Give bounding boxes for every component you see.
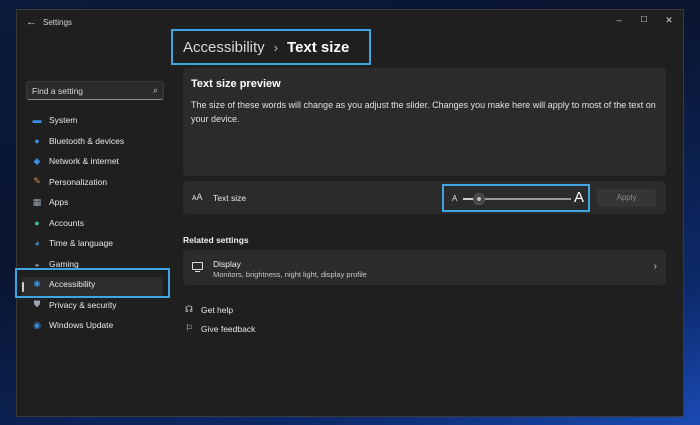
minimize-button[interactable]: – (609, 13, 629, 27)
search-placeholder: Find a setting (32, 86, 84, 96)
help-icon: ☊ (185, 304, 193, 314)
display-settings-link[interactable]: Display Monitors, brightness, night ligh… (183, 250, 666, 285)
wifi-icon: ◆ (33, 155, 41, 166)
sidebar-item-apps[interactable]: ▦ Apps (17, 192, 171, 213)
update-icon: ◉ (33, 319, 41, 330)
get-help-label: Get help (201, 304, 234, 315)
text-size-slider[interactable]: A A (442, 184, 590, 212)
sidebar-item-personalization[interactable]: ✎ Personalization (17, 172, 171, 193)
text-size-preview-card: Text size preview The size of these word… (183, 68, 666, 176)
chevron-right-icon: › (653, 261, 657, 272)
related-settings-header: Related settings (183, 235, 249, 245)
get-help-link[interactable]: ☊ Get help (183, 304, 233, 315)
sidebar-item-label: Bluetooth & devices (49, 135, 125, 146)
text-size-label: Text size (213, 193, 247, 203)
back-arrow-icon[interactable]: ← (26, 16, 37, 28)
monitor-icon (192, 262, 203, 272)
sidebar-item-network[interactable]: ◆ Network & internet (17, 151, 171, 172)
search-input[interactable]: Find a setting ⌕ (26, 81, 164, 100)
preview-text: The size of these words will change as y… (191, 100, 656, 124)
text-size-icon: ᴀA (192, 192, 203, 202)
give-feedback-link[interactable]: ⚐ Give feedback (183, 323, 255, 334)
search-icon[interactable]: ⌕ (153, 85, 158, 96)
shield-icon: ⛊ (33, 299, 41, 310)
close-button[interactable]: ✕ (659, 13, 679, 27)
slider-thumb[interactable] (473, 193, 485, 205)
page-title: Text size (287, 38, 350, 56)
sidebar-item-label: Personalization (49, 176, 108, 187)
sidebar-item-label: Windows Update (49, 320, 114, 331)
sidebar-item-accounts[interactable]: ● Accounts (17, 213, 171, 234)
apply-button[interactable]: Apply (597, 189, 656, 207)
system-icon: ▬ (32, 115, 42, 126)
feedback-icon: ⚐ (184, 323, 194, 333)
breadcrumb-separator-icon: › (273, 39, 279, 55)
text-size-setting-card: ᴀA Text size A A Apply (183, 181, 666, 214)
maximize-button[interactable]: ☐ (634, 13, 654, 27)
sidebar-item-windows-update[interactable]: ◉ Windows Update (17, 315, 171, 336)
give-feedback-label: Give feedback (201, 323, 256, 334)
sidebar-item-bluetooth[interactable]: ● Bluetooth & devices (17, 131, 171, 152)
slider-small-a: A (452, 194, 458, 203)
sidebar-item-label: Accounts (49, 217, 84, 228)
settings-window: ← Settings – ☐ ✕ Accessibility › Text si… (15, 9, 684, 417)
sidebar-item-time-language[interactable]: ◕ Time & language (17, 233, 171, 254)
breadcrumb: Accessibility › Text size (171, 29, 371, 65)
app-title: Settings (43, 18, 72, 27)
globe-clock-icon: ◕ (34, 238, 40, 249)
preview-title: Text size preview (191, 78, 281, 90)
display-subtitle: Monitors, brightness, night light, displ… (213, 270, 367, 279)
apps-icon: ▦ (32, 196, 42, 207)
person-icon: ● (34, 217, 40, 228)
sidebar-nav: ▬ System ● Bluetooth & devices ◆ Network… (17, 110, 171, 336)
sidebar-item-label: Network & internet (49, 156, 119, 167)
sidebar-item-label: Time & language (49, 238, 113, 249)
bluetooth-icon: ● (34, 135, 40, 146)
brush-icon: ✎ (33, 176, 41, 187)
highlight-box-accessibility (15, 268, 170, 298)
sidebar-item-label: Apps (49, 197, 69, 208)
sidebar-item-label: System (49, 115, 78, 126)
slider-large-a: A (574, 189, 585, 206)
sidebar-item-label: Privacy & security (49, 299, 117, 310)
display-title: Display (213, 259, 241, 269)
sidebar-item-system[interactable]: ▬ System (17, 110, 171, 131)
breadcrumb-parent[interactable]: Accessibility (183, 39, 265, 56)
